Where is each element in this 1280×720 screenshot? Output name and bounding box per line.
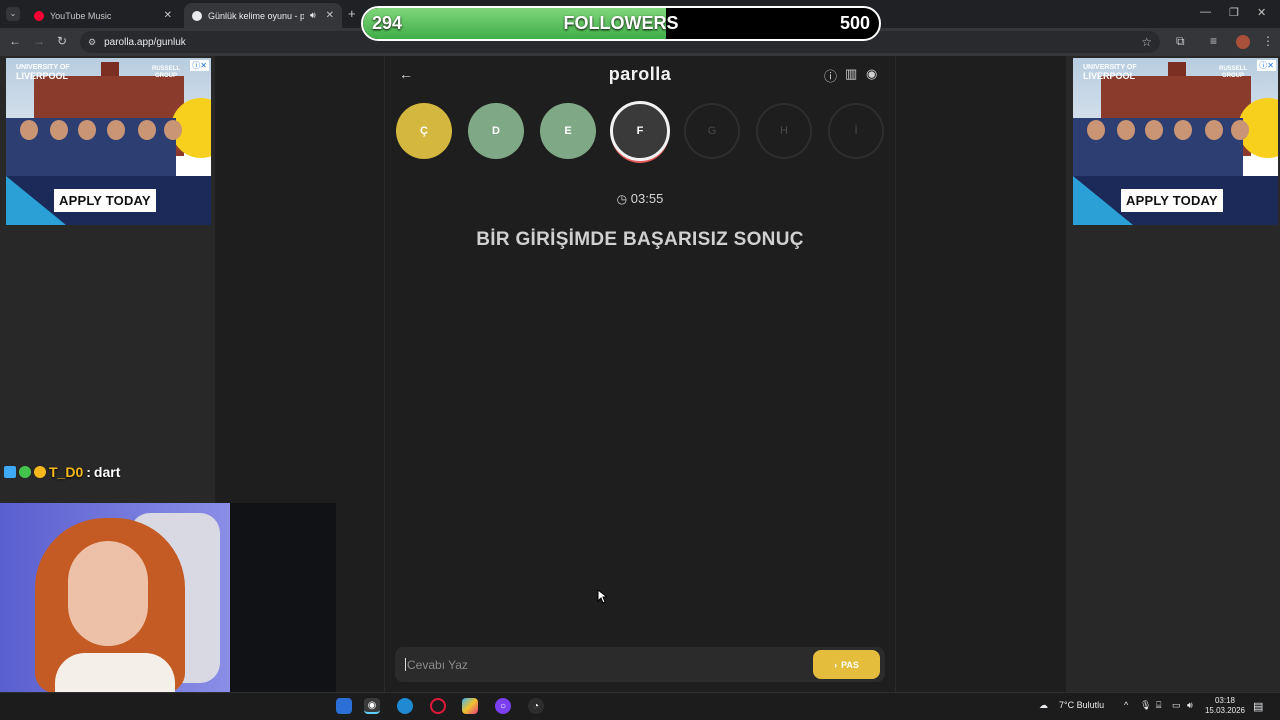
close-tab-icon[interactable]: ✕ [164, 10, 172, 21]
letter-circle-1: D [468, 103, 524, 159]
profile-icon[interactable]: ◉ [866, 66, 877, 82]
letter-char: H [780, 125, 788, 137]
pass-button[interactable]: › PAS [813, 650, 880, 679]
tab-parolla[interactable]: Günlük kelime oyunu - parolla 🔊︎ ✕ [184, 3, 342, 28]
site-info-icon[interactable]: ⚙ [88, 37, 96, 48]
ad-student [50, 120, 68, 140]
answer-input[interactable]: Cevabı Yaz [395, 647, 885, 682]
followers-goal-bar: 294 FOLLOWERS 500 [361, 6, 881, 41]
letter-char: Ç [420, 125, 428, 137]
chevron-right-icon: › [834, 659, 838, 670]
bookmark-star-icon[interactable]: ☆ [1141, 35, 1152, 49]
ad-student [78, 120, 96, 140]
ad-student [1117, 120, 1135, 140]
close-window-icon[interactable]: ✕ [1257, 6, 1266, 19]
letter-circle-3: F [610, 101, 670, 161]
minimize-icon[interactable]: — [1200, 6, 1211, 18]
mouse-cursor-icon [597, 589, 607, 604]
letter-char: G [707, 125, 717, 137]
system-clock[interactable]: 03:18 15.03.2026 [1201, 696, 1249, 716]
ad-student [1205, 120, 1223, 140]
new-tab-button[interactable]: + [348, 6, 356, 21]
url-text: parolla.app/gunluk [104, 36, 186, 48]
ad-student [107, 120, 125, 140]
weather-text[interactable]: 7°C Bulutlu [1059, 700, 1104, 710]
stats-icon[interactable]: ▥ [845, 66, 857, 82]
letter-circle-2: E [540, 103, 596, 159]
extensions-icon[interactable]: ⧉ [1176, 34, 1185, 49]
edge-icon[interactable] [397, 698, 413, 714]
letter-circle-5: H [756, 103, 812, 159]
letter-circle-6: İ [828, 103, 884, 159]
ad-student [20, 120, 38, 140]
microphone-icon[interactable]: 🎙︎ [1140, 700, 1151, 711]
profile-avatar[interactable] [1236, 35, 1250, 49]
close-tab-icon[interactable]: ✕ [326, 10, 334, 21]
timer: ◷ 03:55 [0, 191, 1280, 206]
reload-icon[interactable]: ↻ [57, 34, 67, 48]
letter-char: İ [854, 125, 858, 137]
copilot-icon[interactable] [462, 698, 478, 714]
chat-message: T_D0 : dart [4, 464, 120, 480]
tab-search-button[interactable]: ⌄ [6, 7, 20, 21]
ad-student [1145, 120, 1163, 140]
forward-icon[interactable]: → [33, 34, 45, 48]
webcam-shirt [55, 653, 175, 692]
gift-badge-icon [34, 466, 46, 478]
tab-title: YouTube Music [50, 10, 112, 21]
streaming-app-icon[interactable]: ◔ [528, 698, 544, 714]
letter-circle-4: G [684, 103, 740, 159]
ad-student [164, 120, 182, 140]
letter-char: D [492, 125, 500, 137]
restore-icon[interactable]: ❐ [1229, 6, 1239, 19]
media-control-icon[interactable]: ≡ [1210, 34, 1217, 48]
tab-title: Günlük kelime oyunu - parolla [208, 10, 304, 21]
letter-char: F [636, 125, 644, 137]
tray-overflow-icon[interactable]: ^ [1124, 700, 1128, 710]
clock-time: 03:18 [1214, 696, 1236, 705]
ad-student [1231, 120, 1249, 140]
parolla-logo: parolla [608, 64, 672, 84]
parolla-favicon-icon [192, 10, 202, 21]
info-icon[interactable]: ⓘ [824, 66, 837, 85]
volume-icon[interactable]: 🔊︎ [1187, 700, 1193, 711]
back-icon[interactable]: ← [9, 34, 21, 48]
letter-circle-0: Ç [396, 103, 452, 159]
chat-text: dart [93, 464, 121, 480]
answer-placeholder: Cevabı Yaz [407, 657, 468, 672]
webcam-feed [0, 503, 336, 692]
speaker-icon[interactable]: 🔊︎ [310, 10, 316, 21]
browser-menu-icon[interactable]: ⋮ [1262, 34, 1274, 48]
notifications-icon[interactable]: ▤ [1253, 700, 1263, 713]
weather-icon: ☁ [1039, 700, 1048, 710]
webcam-face [68, 541, 148, 646]
tab-youtube-music[interactable]: YouTube Music ✕ [26, 3, 180, 28]
opera-icon[interactable] [430, 698, 446, 714]
letter-char: E [564, 125, 572, 137]
network-icon[interactable]: ⌸ [1156, 700, 1161, 711]
subscriber-badge-icon [4, 466, 16, 478]
clock-icon: ◷ [616, 192, 628, 206]
chat-separator: : [86, 464, 91, 480]
chat-username: T_D0 [49, 464, 84, 480]
followers-label: FOLLOWERS [563, 13, 679, 33]
timer-value: 03:55 [630, 191, 664, 206]
text-caret [405, 658, 406, 671]
battery-icon[interactable]: ▭ [1172, 700, 1181, 711]
followers-goal: 500 [839, 13, 870, 33]
question-text: BİR GİRİŞİMDE BAŞARISIZ SONUÇ [476, 229, 804, 250]
pass-label: PAS [841, 659, 859, 670]
ad-student [138, 120, 156, 140]
ad-student [1087, 120, 1105, 140]
clock-date: 15.03.2026 [1204, 706, 1246, 715]
ad-student [1174, 120, 1192, 140]
youtube-music-icon [34, 10, 44, 21]
file-explorer-icon[interactable] [336, 698, 352, 714]
obs-icon[interactable]: ○ [495, 698, 511, 714]
sparkle-badge-icon [19, 466, 31, 478]
chrome-icon[interactable]: ◉ [364, 698, 380, 714]
